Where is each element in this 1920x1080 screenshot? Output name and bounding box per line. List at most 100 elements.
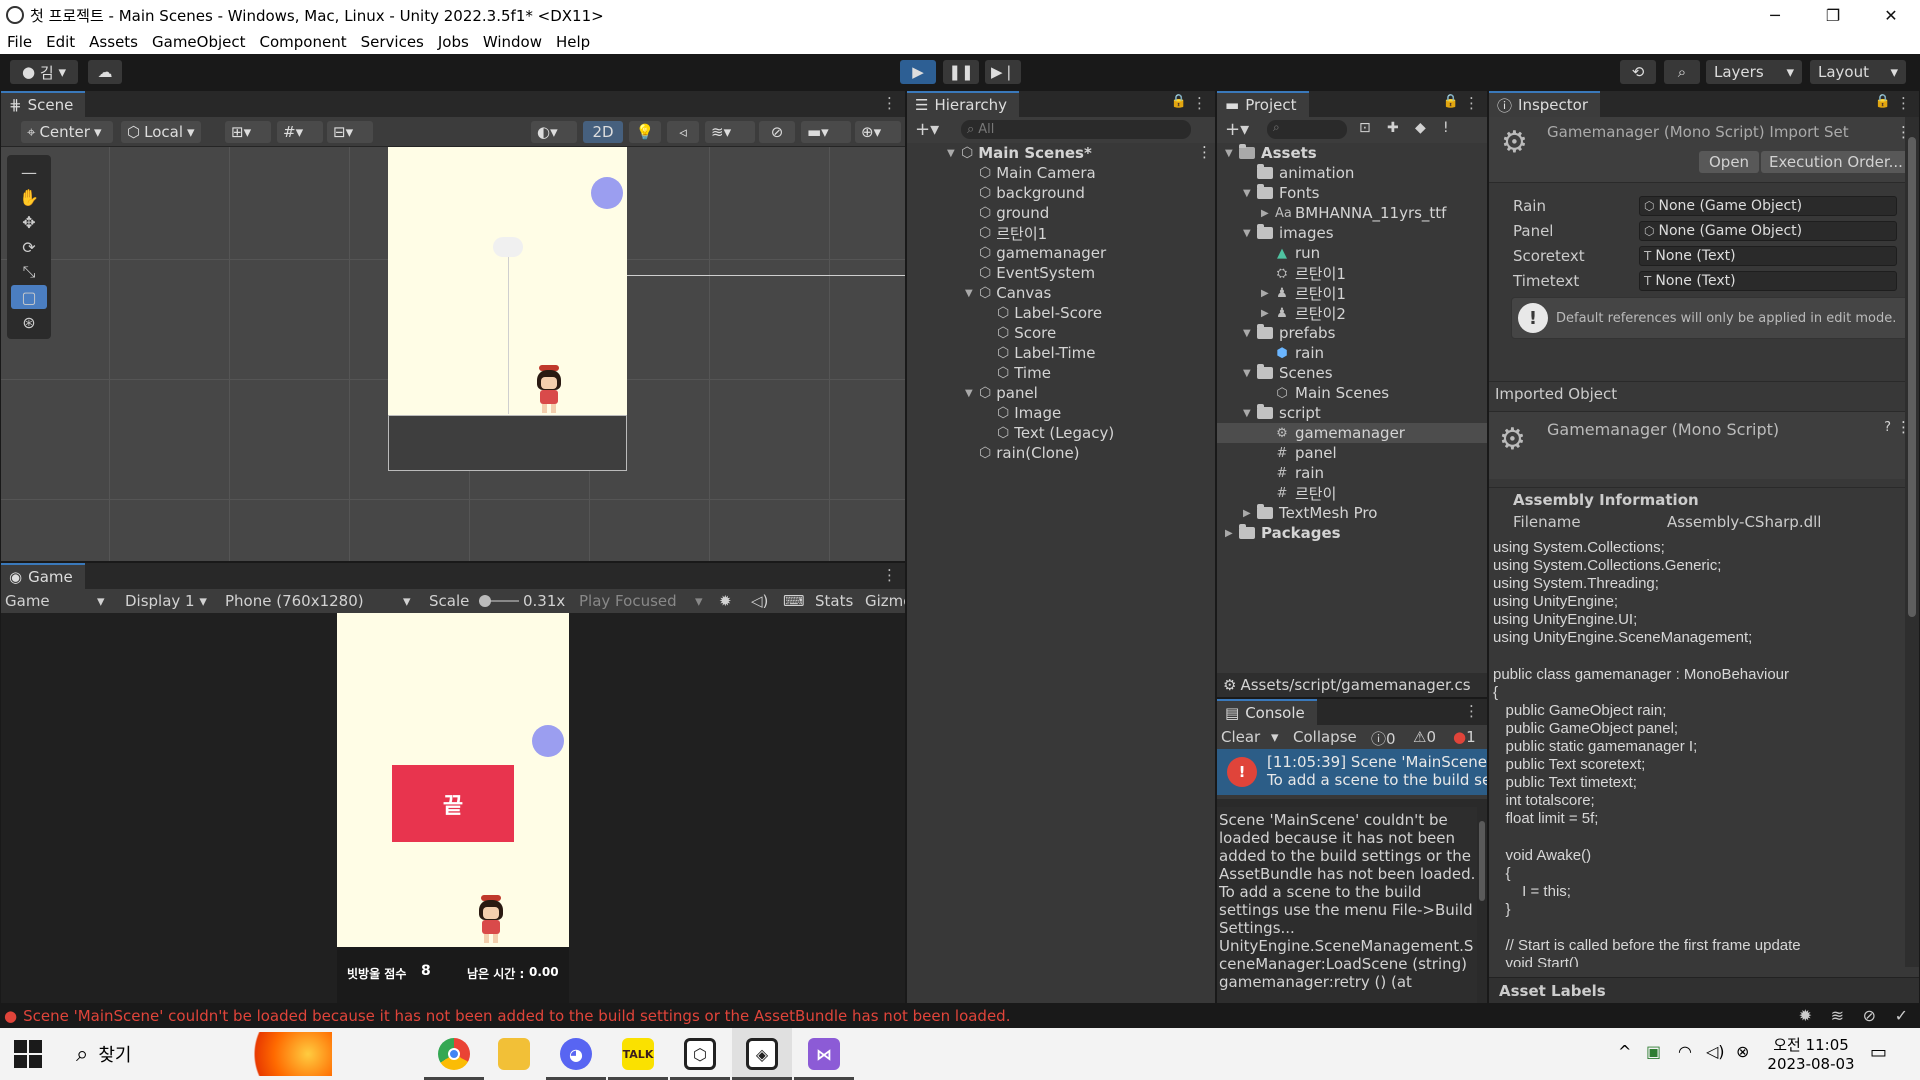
project-item[interactable]: ▼ Fonts <box>1217 183 1487 203</box>
camera-button[interactable]: ▬▾ <box>801 121 851 143</box>
rect-tool-icon[interactable]: ▢ <box>11 285 47 309</box>
effects-button[interactable]: ≋▾ <box>705 121 755 143</box>
help-icon[interactable]: ? <box>1884 420 1891 435</box>
project-item[interactable]: ▶ ♟ 르탄이1 <box>1217 283 1487 303</box>
project-item[interactable]: ⬡ Main Scenes <box>1217 383 1487 403</box>
inspector-scrollbar[interactable] <box>1905 117 1919 967</box>
project-item[interactable]: ▼ prefabs <box>1217 323 1487 343</box>
battery-icon[interactable]: ▣ <box>1646 1042 1661 1061</box>
account-dropdown[interactable]: ● 김 ▾ <box>10 60 78 84</box>
object-field[interactable]: ⬡ None (Game Object) <box>1639 196 1897 216</box>
gizmos-button[interactable]: Gizmo <box>865 592 905 610</box>
ime-icon[interactable]: ⊗ <box>1736 1042 1749 1061</box>
menu-file[interactable]: File <box>0 33 39 51</box>
layout-dropdown[interactable]: Layout ▾ <box>1810 60 1906 84</box>
tab-inspector[interactable]: ⓘ Inspector <box>1489 91 1600 117</box>
play-focused-dropdown[interactable]: Play Focused <box>579 592 677 610</box>
game-view-dropdown[interactable]: Game <box>5 592 50 610</box>
hierarchy-search-input[interactable]: ⌕ All <box>961 120 1191 139</box>
hierarchy-item[interactable]: ⬡ Image <box>983 403 1061 423</box>
taskbar-search[interactable]: ⌕ 찾기 <box>62 1028 332 1080</box>
expand-arrow-icon[interactable]: ▶ <box>1225 528 1239 539</box>
expand-arrow-icon[interactable]: ▼ <box>947 148 961 159</box>
expand-arrow-icon[interactable]: ▼ <box>1243 228 1257 239</box>
transform-tool-icon[interactable]: ⊛ <box>11 310 47 334</box>
project-item[interactable]: ▶ TextMesh Pro <box>1217 503 1487 523</box>
chevron-up-icon[interactable]: ^ <box>1618 1042 1631 1061</box>
taskbar-unity-hub[interactable]: ⬡ <box>670 1028 730 1080</box>
tab-game[interactable]: ◉ Game <box>1 563 85 589</box>
hierarchy-item[interactable]: ⬡ Time <box>983 363 1051 383</box>
taskbar-discord[interactable]: ◕ <box>546 1028 606 1080</box>
tab-console[interactable]: ▤ Console <box>1217 699 1317 725</box>
kebab-menu-icon[interactable]: ⋮ <box>1464 94 1479 112</box>
expand-arrow-icon[interactable]: ▶ <box>1243 508 1257 519</box>
hand-tool-icon[interactable]: ✋ <box>11 185 47 209</box>
hierarchy-item[interactable]: ⬡ Label-Time <box>983 343 1095 363</box>
execution-order-button[interactable]: Execution Order... <box>1761 151 1911 173</box>
wifi-icon[interactable]: ◠ <box>1678 1042 1692 1061</box>
menu-edit[interactable]: Edit <box>39 33 82 51</box>
2d-toggle[interactable]: 2D <box>583 121 623 143</box>
info-count-toggle[interactable]: ⓘ0 <box>1371 728 1396 749</box>
space-dropdown[interactable]: ⬡ Local ▾ <box>121 121 201 143</box>
display-dropdown[interactable]: Display 1 ▾ <box>125 592 207 610</box>
check-icon[interactable]: ✓ <box>1895 1006 1908 1025</box>
gizmos-button[interactable]: ⊕▾ <box>855 121 901 143</box>
hidden-objects-icon[interactable]: ⊘ <box>759 121 795 143</box>
project-item[interactable]: ⛭ 르탄이1 <box>1217 263 1487 283</box>
project-item[interactable]: ▼ Scenes <box>1217 363 1487 383</box>
hierarchy-item[interactable]: ⬡ Main Camera <box>965 163 1096 183</box>
project-item[interactable]: ▼ images <box>1217 223 1487 243</box>
hierarchy-item[interactable]: ⬡ background <box>965 183 1085 203</box>
hierarchy-item[interactable]: ⬡ gamemanager <box>965 243 1106 263</box>
lock-icon[interactable]: 🔒 <box>1443 94 1459 109</box>
kebab-menu-icon[interactable]: ⋮ <box>882 94 897 112</box>
expand-arrow-icon[interactable]: ▶ <box>1261 288 1275 299</box>
warning-icon[interactable]: ! <box>1443 120 1449 136</box>
open-button[interactable]: Open <box>1699 151 1760 173</box>
taskbar-unity-editor[interactable]: ◈ <box>732 1028 792 1080</box>
pause-button[interactable]: ❚❚ <box>943 60 979 84</box>
object-field[interactable]: T None (Text) <box>1639 246 1897 266</box>
lock-icon[interactable]: 🔒 <box>1171 94 1187 109</box>
project-item[interactable]: ⬢ rain <box>1217 343 1487 363</box>
project-item[interactable]: ▶ ♟ 르탄이2 <box>1217 303 1487 323</box>
project-item[interactable]: ▼ Assets <box>1217 143 1487 163</box>
project-item[interactable]: ⚙ gamemanager <box>1217 423 1487 443</box>
expand-arrow-icon[interactable]: ▼ <box>1243 368 1257 379</box>
cloud-icon[interactable]: ☁ <box>88 60 122 84</box>
collapse-button[interactable]: Collapse <box>1293 728 1357 746</box>
lighting-icon[interactable]: 💡 <box>629 121 661 143</box>
move-tool-icon[interactable]: ✥ <box>11 210 47 234</box>
object-field[interactable]: ⬡ None (Game Object) <box>1639 221 1897 241</box>
hierarchy-item[interactable]: ⬡ Score <box>983 323 1056 343</box>
add-icon[interactable]: +▾ <box>915 119 939 140</box>
menu-services[interactable]: Services <box>354 33 431 51</box>
play-button[interactable]: ▶ <box>900 60 936 84</box>
start-button[interactable] <box>14 1040 42 1068</box>
error-count-toggle[interactable]: ●1 <box>1453 728 1476 746</box>
project-item[interactable]: # rain <box>1217 463 1487 483</box>
hierarchy-item[interactable]: ⬡ rain(Clone) <box>965 443 1080 463</box>
notification-icon[interactable]: ▭ <box>1870 1042 1887 1063</box>
clear-dropdown-icon[interactable]: ▾ <box>1271 728 1279 746</box>
stats-button[interactable]: Stats <box>815 592 853 610</box>
hierarchy-item[interactable]: ⬡ ground <box>965 203 1049 223</box>
status-error-message[interactable]: Scene 'MainScene' couldn't be loaded bec… <box>23 1007 1010 1025</box>
scale-tool-icon[interactable]: ⤡ <box>11 260 47 284</box>
game-viewport[interactable]: 끝 빗방울 점수 8 남은 시간 : 0.00 <box>1 613 905 1003</box>
project-item[interactable]: animation <box>1217 163 1487 183</box>
scale-slider-handle[interactable] <box>479 595 491 607</box>
grid-visible-button[interactable]: #▾ <box>277 121 323 143</box>
hierarchy-item[interactable]: ▼ ⬡ Canvas <box>965 283 1051 303</box>
increment-snap-button[interactable]: ⊟▾ <box>327 121 373 143</box>
hierarchy-item[interactable]: ▼ ⬡ Main Scenes* <box>947 143 1092 163</box>
bug-off-icon[interactable]: ⊘ <box>1863 1006 1876 1025</box>
end-retry-button[interactable]: 끝 <box>392 765 514 842</box>
console-entry-selected[interactable]: ! [11:05:39] Scene 'MainScene' c To add … <box>1217 749 1487 795</box>
close-button[interactable]: ✕ <box>1862 0 1920 30</box>
draw-mode-button[interactable]: ◐▾ <box>531 121 577 143</box>
project-item[interactable]: ▶ Aa BMHANNA_11yrs_ttf <box>1217 203 1487 223</box>
hierarchy-item[interactable]: ⬡ Text (Legacy) <box>983 423 1114 443</box>
